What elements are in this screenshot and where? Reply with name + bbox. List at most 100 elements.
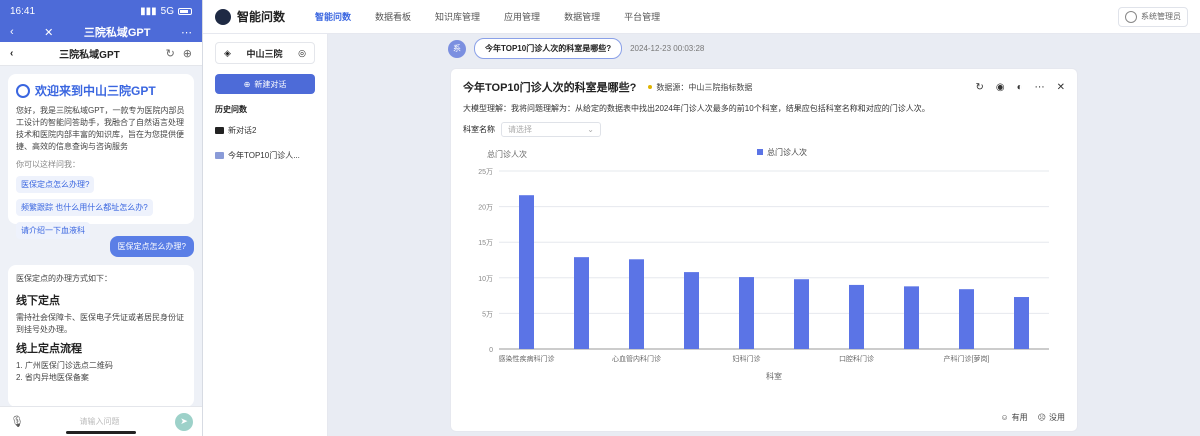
frown-icon: ☹ bbox=[1037, 413, 1046, 422]
refresh-icon[interactable]: ↻ bbox=[975, 82, 983, 93]
y-axis-label: 总门诊人次 bbox=[487, 149, 527, 159]
question-row: 系 今年TOP10门诊人次的科室是哪些? 2024-12-23 00:03:28 bbox=[448, 38, 704, 59]
history-icon[interactable]: ↻ bbox=[166, 47, 175, 60]
question-bubble: 今年TOP10门诊人次的科室是哪些? bbox=[474, 38, 623, 59]
feedback-useless-button[interactable]: ☹ 没用 bbox=[1038, 412, 1065, 423]
org-name: 中山三院 bbox=[246, 48, 283, 59]
close-icon[interactable]: ✕ bbox=[1057, 82, 1065, 93]
mobile-app-panel: 16:41 ▮▮▮ 5G ‹ ✕ 三院私域GPT ⋯ ‹ 三院私域GPT ↻ ⊕… bbox=[0, 0, 203, 436]
more-icon[interactable]: ⋯ bbox=[1035, 82, 1045, 93]
feedback-useful-label: 有用 bbox=[1011, 413, 1028, 422]
answer-heading: 线上定点流程 bbox=[16, 343, 82, 355]
history-item[interactable]: 今年TOP10门诊人... bbox=[215, 150, 315, 161]
main-content: 系 今年TOP10门诊人次的科室是哪些? 2024-12-23 00:03:28… bbox=[328, 34, 1200, 436]
question-timestamp: 2024-12-23 00:03:28 bbox=[630, 44, 705, 53]
data-source: 数据源：中山三院指标数据 bbox=[648, 82, 752, 93]
chart-bar bbox=[794, 279, 809, 349]
answer-list-item: 1. 广州医保门诊选点二维码 bbox=[16, 361, 113, 370]
new-chat-label: 新建对话 bbox=[254, 79, 287, 89]
x-tick-label: 妇科门诊 bbox=[733, 354, 761, 363]
answer-intro: 医保定点的办理方式如下： bbox=[16, 274, 112, 283]
answer-chart-card: 今年TOP10门诊人次的科室是哪些? 数据源：中山三院指标数据 ↻ ◉ ◐ ⋯ … bbox=[450, 68, 1078, 432]
phone-subbar: ‹ 三院私域GPT ↻ ⊕ bbox=[0, 42, 202, 66]
suggestion-chip[interactable]: 频繁跟踪 也什么用什么都址怎么办? bbox=[16, 199, 153, 216]
department-filter-select[interactable]: 请选择 ⌄ bbox=[501, 122, 601, 137]
phone-subtitle: 三院私域GPT bbox=[59, 50, 120, 61]
model-understanding: 大模型理解：我将问题理解为：从给定的数据表中找出2024年门诊人次最多的前10个… bbox=[463, 104, 930, 113]
user-name: 系统管理员 bbox=[1141, 12, 1181, 21]
signal-icon: ▮▮▮ bbox=[140, 5, 157, 17]
back-icon[interactable]: ‹ bbox=[10, 26, 14, 38]
user-avatar-icon bbox=[1125, 10, 1137, 23]
phone-topbar: ‹ ✕ 三院私域GPT ⋯ bbox=[0, 22, 202, 42]
answer-card: 医保定点的办理方式如下： 线下定点 需持社会保障卡、医保电子凭证或者居民身份证到… bbox=[8, 265, 194, 407]
network-label: 5G bbox=[160, 5, 174, 17]
suggestion-chip[interactable]: 请介绍一下血液科 bbox=[16, 222, 90, 239]
chart-bar bbox=[629, 259, 644, 349]
nav-item-data-management[interactable]: 数据管理 bbox=[564, 10, 600, 23]
filter-label: 科室名称 bbox=[463, 125, 495, 134]
answer-paragraph: 需持社会保障卡、医保电子凭证或者居民身份证到挂号处办理。 bbox=[16, 313, 184, 334]
chart-bar bbox=[959, 289, 974, 349]
feedback-useless-label: 没用 bbox=[1049, 413, 1065, 422]
chevron-down-icon: ⌄ bbox=[587, 125, 594, 134]
message-input[interactable]: 请输入问题 bbox=[32, 416, 167, 427]
history-label: 历史问数 bbox=[215, 105, 247, 114]
y-tick-label: 15万 bbox=[478, 239, 493, 247]
answer-list-item: 2. 省内异地医保备案 bbox=[16, 373, 89, 382]
chat-icon bbox=[215, 127, 224, 134]
x-tick-label: 产科门诊[萝岗] bbox=[944, 354, 990, 363]
new-chat-icon[interactable]: ⊕ bbox=[183, 47, 192, 60]
history-item-label: 今年TOP10门诊人... bbox=[228, 151, 300, 160]
chart-bar bbox=[904, 286, 919, 349]
user-menu[interactable]: 系统管理员 bbox=[1118, 6, 1188, 27]
back-chevron-icon[interactable]: ‹ bbox=[10, 48, 13, 59]
phone-title: 三院私域GPT bbox=[83, 27, 151, 39]
history-item-label: 新对话2 bbox=[228, 126, 257, 135]
plus-icon: ⊕ bbox=[243, 79, 251, 89]
desktop-app: 智能问数 智能问数 数据看板 知识库管理 应用管理 数据管理 平台管理 系统管理… bbox=[203, 0, 1200, 436]
send-button[interactable]: ➤ bbox=[175, 412, 193, 431]
answer-heading: 线下定点 bbox=[16, 295, 60, 307]
home-indicator bbox=[66, 431, 136, 434]
nav-item-platform-management[interactable]: 平台管理 bbox=[624, 10, 660, 23]
microphone-icon[interactable]: 🎙 bbox=[10, 415, 24, 428]
y-tick-label: 25万 bbox=[478, 168, 493, 176]
chart-type-icon[interactable]: ◐ bbox=[1017, 82, 1023, 93]
nav-item-dashboard[interactable]: 数据看板 bbox=[375, 10, 411, 23]
left-sidebar: ◈ 中山三院 ◎ ⊕ 新建对话 历史问数 新对话2 今年TOP10门诊人... bbox=[203, 34, 328, 436]
gpt-logo-icon bbox=[16, 83, 30, 98]
x-tick-label: 感染性疾病科门诊 bbox=[499, 354, 555, 363]
feedback-useful-button[interactable]: ☺ 有用 bbox=[1000, 412, 1027, 423]
nav-item-smart-query[interactable]: 智能问数 bbox=[315, 10, 351, 23]
bar-chart: 总门诊人次 总门诊人次 0 5万 10万 15万 20万 25万 感染性疾病科门诊 心血管内科门诊… bbox=[459, 147, 1071, 393]
chart-bar bbox=[684, 272, 699, 349]
y-tick-label: 20万 bbox=[478, 204, 493, 212]
chat-icon bbox=[215, 152, 224, 159]
y-tick-label: 0 bbox=[489, 347, 493, 354]
chart-bar bbox=[1014, 297, 1029, 349]
smile-icon: ☺ bbox=[1000, 413, 1009, 422]
suggestion-chip[interactable]: 医保定点怎么办理? bbox=[16, 176, 95, 193]
nav-item-knowledge-base[interactable]: 知识库管理 bbox=[435, 10, 480, 23]
switch-icon: ◎ bbox=[298, 47, 306, 58]
status-time: 16:41 bbox=[10, 5, 36, 17]
welcome-title: 欢迎来到中山三院GPT bbox=[35, 84, 156, 98]
close-icon[interactable]: ✕ bbox=[44, 26, 53, 39]
nav-item-app-management[interactable]: 应用管理 bbox=[504, 10, 540, 23]
history-item[interactable]: 新对话2 bbox=[215, 125, 315, 136]
brand-logo-icon bbox=[215, 8, 231, 25]
more-icon[interactable]: ⋯ bbox=[181, 26, 192, 39]
user-message: 医保定点怎么办理? bbox=[109, 236, 194, 257]
org-selector[interactable]: ◈ 中山三院 ◎ bbox=[215, 42, 315, 64]
chart-bar bbox=[849, 284, 864, 349]
feedback-row: ☺ 有用 ☹ 没用 bbox=[1000, 412, 1065, 423]
status-bar: 16:41 ▮▮▮ 5G bbox=[0, 0, 202, 22]
x-axis-label: 科室 bbox=[766, 371, 782, 381]
legend-label: 总门诊人次 bbox=[767, 147, 807, 157]
share-icon[interactable]: ◉ bbox=[996, 82, 1005, 93]
new-chat-button[interactable]: ⊕ 新建对话 bbox=[215, 74, 315, 94]
chart-bar bbox=[739, 277, 754, 349]
source-dot-icon bbox=[648, 85, 653, 89]
filter-placeholder: 请选择 bbox=[508, 125, 532, 134]
